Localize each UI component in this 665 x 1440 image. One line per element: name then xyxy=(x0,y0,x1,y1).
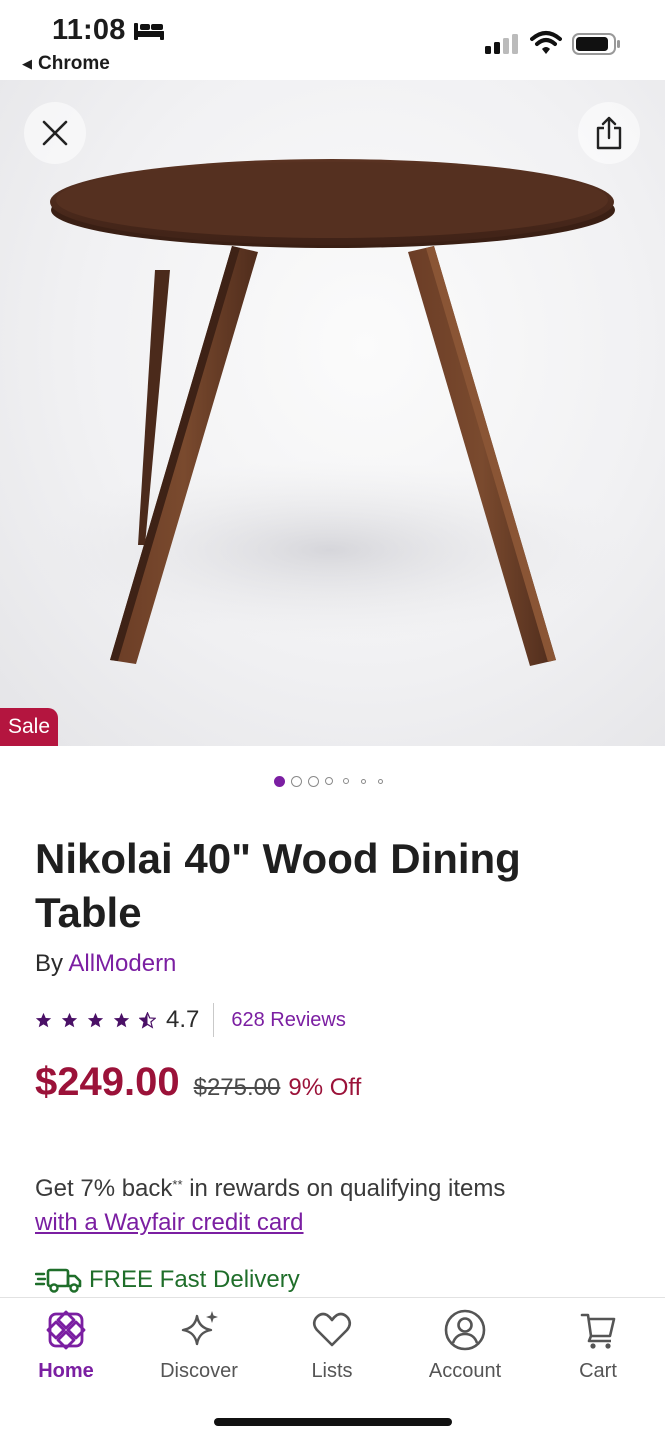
reviews-link[interactable]: 628 Reviews xyxy=(231,1009,346,1032)
share-button[interactable] xyxy=(578,102,640,164)
rewards-text-rest: in rewards on qualifying items xyxy=(182,1175,506,1202)
nav-home[interactable]: Home xyxy=(1,1308,131,1383)
carousel-dots[interactable] xyxy=(274,774,383,788)
clock: 11:08 xyxy=(52,14,126,46)
account-icon xyxy=(444,1309,486,1351)
nav-label: Cart xyxy=(579,1360,617,1382)
bed-icon xyxy=(134,23,164,40)
back-app-label: Chrome xyxy=(38,53,110,74)
brand-link[interactable]: AllModern xyxy=(68,950,176,977)
rating-row[interactable]: 4.7 628 Reviews xyxy=(35,1003,346,1037)
status-bar: 11:08 ◀ Chrome xyxy=(0,0,665,80)
brand-prefix: By xyxy=(35,950,69,977)
share-icon xyxy=(596,116,622,150)
nav-lists[interactable]: Lists xyxy=(267,1308,397,1383)
discount-label: 9% Off xyxy=(288,1074,362,1101)
carousel-dot[interactable] xyxy=(343,778,349,784)
delivery-label: FREE Fast Delivery xyxy=(89,1266,300,1293)
star-partial-icon xyxy=(139,1011,156,1029)
sparkle-icon xyxy=(181,1311,218,1346)
sale-badge: Sale xyxy=(0,708,59,746)
star-full-icon xyxy=(61,1012,78,1027)
rating-divider xyxy=(213,1003,215,1037)
wifi-icon xyxy=(530,31,562,54)
carousel-dot[interactable] xyxy=(308,775,319,787)
nav-label: Account xyxy=(428,1360,502,1382)
back-triangle-icon: ◀ xyxy=(22,56,32,71)
home-indicator[interactable] xyxy=(214,1418,452,1426)
nav-label: Discover xyxy=(160,1360,238,1382)
rating-value: 4.7 xyxy=(166,1006,200,1033)
delivery-truck-icon xyxy=(35,1268,82,1293)
rewards-promo: Get 7% back** in rewards on qualifying i… xyxy=(35,1172,635,1240)
home-icon xyxy=(46,1310,86,1350)
heart-icon xyxy=(312,1312,352,1347)
credit-card-link[interactable]: with a Wayfair credit card xyxy=(35,1209,304,1236)
nav-account[interactable]: Account xyxy=(400,1308,530,1383)
star-full-icon xyxy=(87,1012,104,1027)
cart-icon xyxy=(580,1313,616,1349)
product-image xyxy=(30,159,630,666)
nav-label: Home xyxy=(38,1360,94,1382)
rewards-footnote-mark: ** xyxy=(172,1177,183,1192)
original-price: $275.00 xyxy=(193,1074,281,1101)
nav-label: Lists xyxy=(311,1360,353,1382)
signal-icon xyxy=(485,34,518,54)
star-full-icon xyxy=(35,1012,52,1027)
carousel-dot[interactable] xyxy=(274,775,285,787)
sale-price: $249.00 xyxy=(35,1060,180,1104)
close-button[interactable] xyxy=(24,102,86,164)
product-title: Nikolai 40" Wood Dining Table xyxy=(35,835,521,936)
carousel-dot[interactable] xyxy=(378,778,383,784)
carousel-dot[interactable] xyxy=(361,778,366,784)
close-icon xyxy=(42,120,68,146)
price-row: $249.00 $275.00 9% Off xyxy=(35,1060,361,1105)
carousel-dot[interactable] xyxy=(291,775,302,787)
star-full-icon xyxy=(113,1012,130,1027)
battery-icon xyxy=(572,33,620,55)
nav-discover[interactable]: Discover xyxy=(134,1308,264,1383)
back-to-app-button[interactable]: ◀ Chrome xyxy=(22,53,110,75)
carousel-dot[interactable] xyxy=(325,777,333,785)
rating-stars xyxy=(35,1011,156,1029)
delivery-info: FREE Fast Delivery xyxy=(35,1266,300,1294)
brand-line: By AllModern xyxy=(35,950,176,978)
rewards-text: Get 7% back xyxy=(35,1175,173,1202)
nav-cart[interactable]: Cart xyxy=(533,1308,663,1383)
product-image-carousel[interactable]: Sale xyxy=(0,80,665,746)
